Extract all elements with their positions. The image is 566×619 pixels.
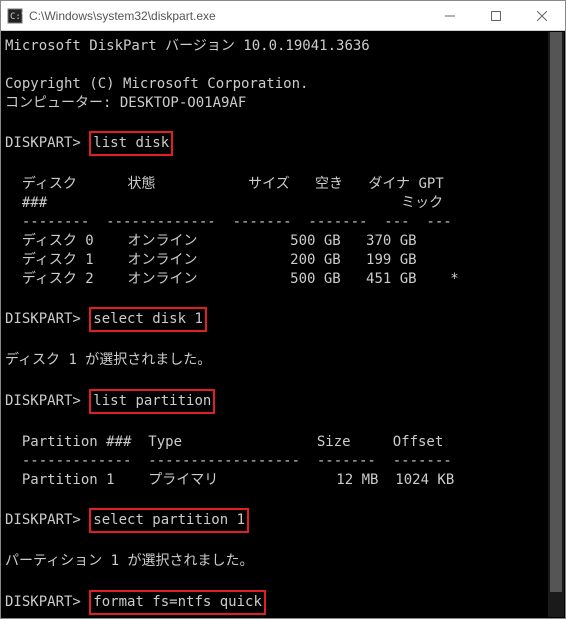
title-text: C:\Windows\system32\diskpart.exe (29, 9, 427, 23)
maximize-button[interactable] (473, 1, 519, 30)
cmd-list-partition: list partition (89, 389, 215, 414)
console-window: C:\ C:\Windows\system32\diskpart.exe Mic… (0, 0, 566, 619)
table-row: ディスク 2 オンライン 500 GB 451 GB * (5, 271, 459, 287)
text-line: Microsoft DiskPart バージョン 10.0.19041.3636 (5, 38, 370, 54)
svg-text:C:\: C:\ (10, 12, 23, 22)
cmd-list-disk: list disk (89, 131, 173, 156)
prompt: DISKPART> (5, 594, 81, 610)
text-line: パーティション 1 が選択されました。 (5, 553, 253, 569)
close-button[interactable] (519, 1, 565, 30)
app-icon: C:\ (7, 8, 23, 24)
minimize-button[interactable] (427, 1, 473, 30)
cmd-select-partition: select partition 1 (89, 508, 249, 533)
prompt: DISKPART> (5, 311, 81, 327)
table-row: ディスク 1 オンライン 200 GB 199 GB (5, 252, 417, 268)
scrollbar[interactable] (548, 32, 564, 617)
part-header: Partition ### Type Size Offset (5, 434, 443, 450)
disk-header2: ### ミック (5, 195, 443, 211)
prompt: DISKPART> (5, 135, 81, 151)
cmd-format: format fs=ntfs quick (89, 590, 266, 615)
prompt: DISKPART> (5, 512, 81, 528)
table-row: ディスク 0 オンライン 500 GB 370 GB (5, 233, 417, 249)
part-rule: ------------- ------------------ -------… (5, 453, 452, 469)
terminal-output[interactable]: Microsoft DiskPart バージョン 10.0.19041.3636… (1, 31, 565, 618)
prompt: DISKPART> (5, 393, 81, 409)
table-row: Partition 1 プライマリ 12 MB 1024 KB (5, 472, 454, 488)
title-bar: C:\ C:\Windows\system32\diskpart.exe (1, 1, 565, 31)
disk-header: ディスク 状態 サイズ 空き ダイナ GPT (5, 176, 444, 192)
scrollbar-thumb[interactable] (550, 32, 562, 592)
text-line: ディスク 1 が選択されました。 (5, 352, 211, 368)
text-line: Copyright (C) Microsoft Corporation. (5, 76, 308, 92)
disk-rule: -------- ------------- ------- ------- -… (5, 214, 452, 230)
text-line: コンピューター: DESKTOP-O01A9AF (5, 95, 246, 111)
window-controls (427, 1, 565, 30)
cmd-select-disk: select disk 1 (89, 307, 207, 332)
